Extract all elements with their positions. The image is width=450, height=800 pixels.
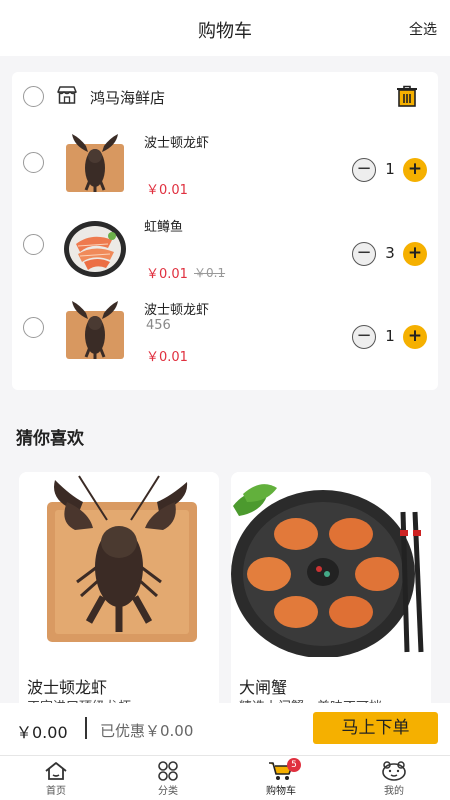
increase-button[interactable]: +	[403, 158, 427, 182]
tab-home[interactable]: 首页	[26, 761, 86, 800]
cart-item: 波士顿龙虾 456 ￥0.01 − 1 +	[12, 297, 438, 377]
decrease-button[interactable]: −	[352, 242, 376, 266]
item-price: ￥0.01	[146, 267, 188, 282]
item-name[interactable]: 波士顿龙虾	[144, 299, 209, 318]
lobster-thumbnail[interactable]	[62, 130, 128, 196]
tab-bar: 首页 分类 5 购物车 我的	[0, 755, 450, 800]
select-all-button[interactable]: 全选	[409, 19, 437, 39]
trash-icon[interactable]	[395, 85, 419, 107]
item-name[interactable]: 波士顿龙虾	[144, 132, 209, 151]
home-icon	[45, 762, 67, 780]
item-price: ￥0.01	[146, 350, 188, 365]
recommend-section-title: 猜你喜欢	[16, 429, 84, 449]
cart-card: 鸿马海鲜店 波士顿龙虾 ￥0.01 − 1 + 虹鳟鱼 ￥0.01 ￥0.1 −…	[12, 72, 438, 390]
page-title: 购物车	[198, 21, 252, 42]
shop-icon	[57, 86, 77, 104]
crab-image	[231, 472, 431, 657]
quantity-value: 1	[385, 160, 395, 178]
tab-category[interactable]: 分类	[138, 761, 198, 800]
shop-checkbox[interactable]	[23, 86, 44, 107]
item-original-price: ￥0.1	[194, 266, 226, 280]
quantity-stepper: − 3 +	[352, 242, 428, 266]
item-name[interactable]: 虹鳟鱼	[144, 216, 183, 235]
product-name: 波士顿龙虾	[27, 678, 108, 697]
decrease-button[interactable]: −	[352, 325, 376, 349]
profile-icon	[382, 761, 406, 781]
header: 购物车 全选	[0, 0, 450, 56]
quantity-value: 1	[385, 327, 395, 345]
lobster-thumbnail[interactable]	[62, 297, 128, 363]
item-checkbox[interactable]	[23, 317, 44, 338]
checkout-bar: ￥0.00 已优惠￥0.00 马上下单	[0, 703, 450, 755]
divider	[85, 717, 87, 739]
item-spec: 456	[146, 318, 171, 333]
recommend-card[interactable]: 大闸蟹 精选上门蟹，美味不可挡	[231, 472, 431, 722]
lobster-image	[19, 472, 219, 657]
decrease-button[interactable]: −	[352, 158, 376, 182]
tab-label: 购物车	[266, 786, 296, 797]
cart-badge: 5	[287, 758, 301, 772]
place-order-button[interactable]: 马上下单	[313, 712, 438, 744]
discount-amount: 已优惠￥0.00	[100, 722, 194, 740]
tab-label: 我的	[384, 786, 404, 797]
shop-name[interactable]: 鸿马海鲜店	[90, 87, 165, 108]
increase-button[interactable]: +	[403, 325, 427, 349]
tab-cart[interactable]: 5 购物车	[251, 758, 311, 800]
product-name: 大闸蟹	[239, 678, 288, 697]
recommend-card[interactable]: 波士顿龙虾 正宗进口顶级龙虾	[19, 472, 219, 722]
tab-label: 首页	[46, 786, 66, 797]
cart-item: 波士顿龙虾 ￥0.01 − 1 +	[12, 130, 438, 210]
item-price: ￥0.01	[146, 183, 188, 198]
quantity-stepper: − 1 +	[352, 325, 428, 349]
trout-thumbnail[interactable]	[62, 214, 128, 280]
cart-item: 虹鳟鱼 ￥0.01 ￥0.1 − 3 +	[12, 214, 438, 294]
tab-label: 分类	[158, 786, 178, 797]
quantity-value: 3	[385, 244, 395, 262]
item-checkbox[interactable]	[23, 234, 44, 255]
tab-profile[interactable]: 我的	[364, 761, 424, 800]
item-checkbox[interactable]	[23, 152, 44, 173]
increase-button[interactable]: +	[403, 242, 427, 266]
total-price: ￥0.00	[16, 723, 68, 742]
quantity-stepper: − 1 +	[352, 158, 428, 182]
category-icon	[158, 761, 178, 781]
